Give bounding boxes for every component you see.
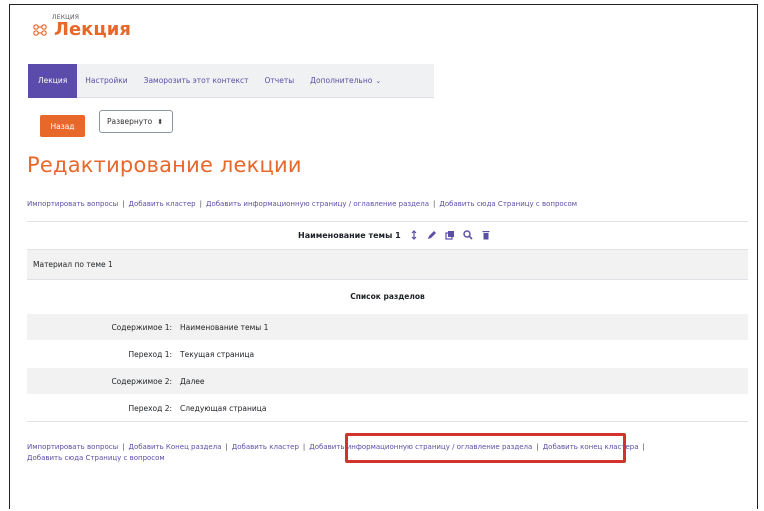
table-row: Содержимое 2: Далее: [27, 368, 748, 394]
row-label: Содержимое 1:: [111, 322, 172, 332]
add-question-page-link[interactable]: Добавить сюда Страницу с вопросом: [439, 200, 577, 208]
lesson-page-content: Материал по теме 1: [27, 249, 748, 280]
tab-more[interactable]: Дополнительно ⌄: [302, 64, 389, 98]
tab-more-label: Дополнительно: [310, 76, 373, 85]
row-value: Наименование темы 1: [180, 322, 269, 332]
row-label: Содержимое 2:: [111, 376, 172, 386]
add-info-page-link[interactable]: Добавить информационную страницу / оглав…: [309, 443, 532, 451]
row-label: Переход 1:: [128, 349, 172, 359]
add-info-page-link[interactable]: Добавить информационную страницу / оглав…: [206, 200, 429, 208]
row-value: Текущая страница: [180, 349, 255, 359]
row-value: Далее: [180, 376, 205, 386]
tab-lesson[interactable]: Лекция: [28, 63, 78, 98]
import-questions-link[interactable]: Импортировать вопросы: [27, 200, 118, 208]
add-cluster-link[interactable]: Добавить кластер: [128, 200, 195, 208]
row-label: Переход 2:: [128, 403, 172, 413]
add-question-page-link[interactable]: Добавить сюда Страницу с вопросом: [27, 454, 165, 462]
page-title: Редактирование лекции: [27, 153, 302, 177]
divider: [27, 221, 748, 222]
divider: [27, 421, 748, 422]
bottom-add-links: Импортировать вопросы | Добавить Конец раз…: [27, 442, 757, 464]
tab-settings[interactable]: Настройки: [77, 64, 135, 98]
move-icon[interactable]: [409, 230, 419, 240]
select-arrows-icon: ⬍: [157, 117, 164, 126]
link-separator: |: [433, 200, 436, 208]
chevron-down-icon: ⌄: [375, 76, 382, 85]
link-separator: |: [122, 443, 125, 451]
add-cluster-link[interactable]: Добавить кластер: [232, 443, 299, 451]
delete-icon[interactable]: [481, 230, 491, 240]
link-separator: |: [199, 200, 202, 208]
link-separator: |: [642, 443, 645, 451]
view-mode-select[interactable]: Развернуто ⬍: [99, 110, 173, 133]
table-row: Переход 2: Следующая страница: [27, 395, 748, 421]
row-value: Следующая страница: [180, 403, 267, 413]
link-separator: |: [536, 443, 539, 451]
preview-zoom-icon[interactable]: [462, 230, 473, 240]
add-end-of-cluster-link[interactable]: Добавить конец кластера: [543, 443, 639, 451]
link-separator: |: [122, 200, 125, 208]
add-end-of-section-link[interactable]: Добавить Конец раздела: [128, 443, 221, 451]
link-separator: |: [225, 443, 228, 451]
back-button[interactable]: Назад: [40, 115, 85, 137]
tab-reports[interactable]: Отчеты: [257, 64, 303, 98]
link-separator: |: [302, 443, 306, 451]
sections-list-title: Список разделов: [350, 292, 425, 301]
table-row: Переход 1: Текущая страница: [27, 341, 748, 367]
view-mode-value: Развернуто: [107, 117, 153, 126]
top-add-links: Импортировать вопросы | Добавить кластер | Д…: [27, 200, 577, 208]
tab-freeze-context[interactable]: Заморозить этот контекст: [136, 64, 257, 98]
lesson-page-header: Наименование темы 1: [0, 230, 764, 240]
secondary-navigation: Лекция Настройки Заморозить этот контекс…: [28, 63, 434, 98]
lesson-page-title: Наименование темы 1: [298, 230, 401, 240]
duplicate-icon[interactable]: [445, 230, 455, 240]
page-heading: Лекция: [54, 19, 131, 40]
table-row: Содержимое 1: Наименование темы 1: [27, 314, 748, 340]
edit-icon[interactable]: [427, 230, 437, 240]
import-questions-link[interactable]: Импортировать вопросы: [27, 443, 118, 451]
activity-lesson-icon: [33, 24, 47, 36]
